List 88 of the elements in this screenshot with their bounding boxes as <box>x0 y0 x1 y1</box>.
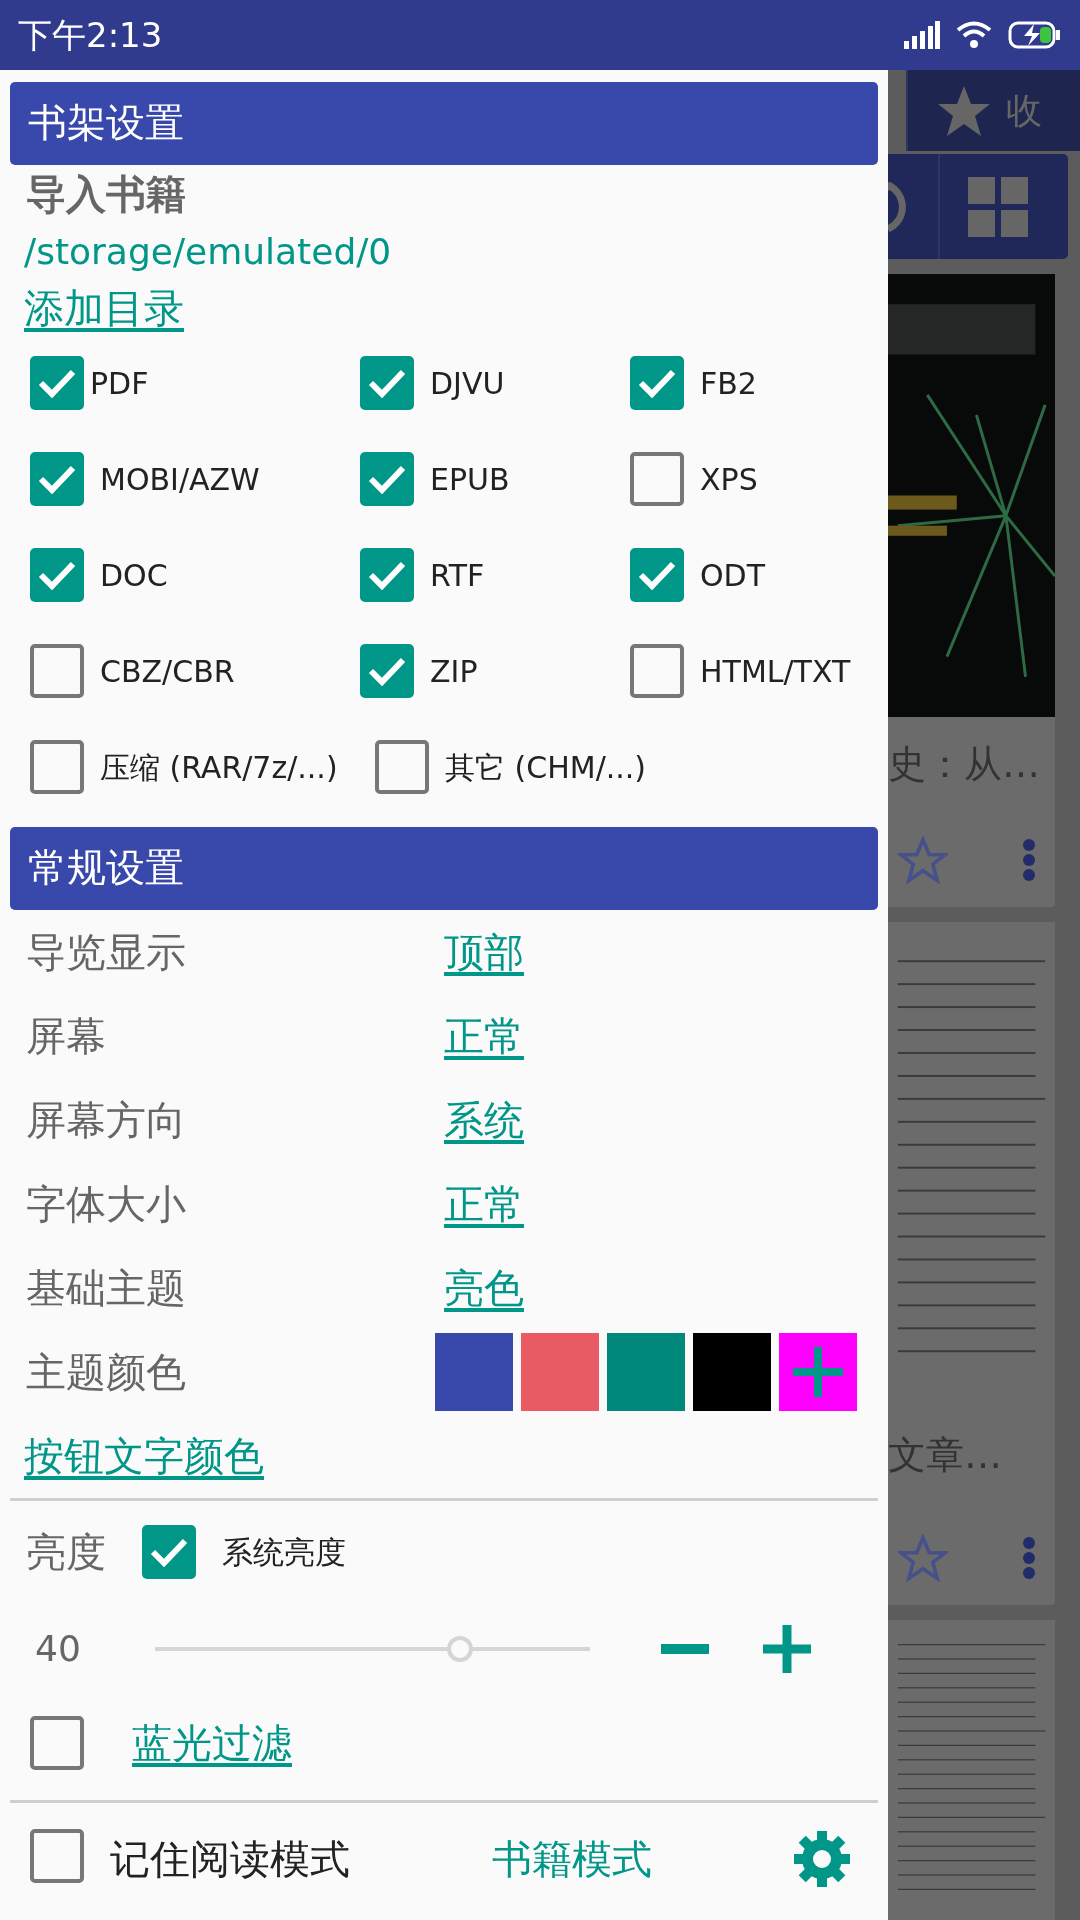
setting-label: 基础主题 <box>26 1265 186 1312</box>
reading-mode-value[interactable]: 书籍模式 <box>492 1829 792 1890</box>
book-title: 文章… <box>888 1431 1002 1479</box>
checkbox[interactable] <box>375 740 429 795</box>
checkbox[interactable] <box>30 644 84 699</box>
check-icon <box>638 368 676 399</box>
slider-thumb[interactable] <box>446 1636 473 1663</box>
section-header: 常规设置 <box>10 827 878 911</box>
checkbox[interactable] <box>630 644 684 699</box>
battery-icon <box>1008 21 1062 49</box>
add-color-button[interactable] <box>779 1333 857 1412</box>
check-icon <box>38 368 76 399</box>
checkbox[interactable] <box>30 1715 84 1770</box>
settings-icon[interactable] <box>792 1829 852 1890</box>
setting-value-link[interactable]: 系统 <box>444 1090 524 1151</box>
check-icon <box>638 560 676 591</box>
color-swatch[interactable] <box>693 1333 771 1412</box>
light-filter-link[interactable]: 蓝光过滤 <box>132 1712 292 1773</box>
section-label: 导入书籍 <box>26 170 186 220</box>
check-icon <box>368 464 406 495</box>
tab-label[interactable]: 收 <box>1006 83 1042 138</box>
setting-label: 字体大小 <box>26 1181 186 1228</box>
format-label: ODT <box>700 556 766 595</box>
checkbox[interactable] <box>630 548 684 603</box>
format-label: ZIP <box>430 652 478 691</box>
check-icon <box>38 464 76 495</box>
more-icon[interactable] <box>1023 838 1035 881</box>
check-icon <box>150 1537 188 1568</box>
color-swatch[interactable] <box>521 1333 599 1412</box>
setting-value-link[interactable]: 亮色 <box>444 1258 524 1319</box>
checkbox[interactable] <box>30 1829 84 1884</box>
setting-label: 主题颜色 <box>26 1349 186 1396</box>
star-outline-icon[interactable] <box>898 1533 948 1582</box>
check-icon <box>368 656 406 687</box>
checkbox[interactable] <box>30 740 84 795</box>
signal-icon <box>904 21 940 49</box>
remember-mode-label: 记住阅读模式 <box>110 1835 351 1885</box>
section-header: 书架设置 <box>10 82 878 166</box>
setting-label: 屏幕 <box>26 1013 106 1060</box>
plus-icon <box>791 1345 845 1400</box>
format-label: PDF <box>90 364 149 403</box>
button-text-color-link[interactable]: 按钮文字颜色 <box>24 1426 264 1487</box>
format-label: FB2 <box>700 364 757 403</box>
format-label: DJVU <box>430 364 505 403</box>
clock-time: 下午2:13 <box>18 13 163 57</box>
color-swatch[interactable] <box>435 1333 513 1412</box>
checkbox[interactable] <box>360 356 414 411</box>
setting-label: 屏幕方向 <box>26 1097 186 1144</box>
checkbox[interactable] <box>30 356 84 411</box>
checkbox[interactable] <box>630 452 684 507</box>
check-icon <box>38 560 76 591</box>
checkbox[interactable] <box>30 452 84 507</box>
format-label: XPS <box>700 460 758 499</box>
setting-value-link[interactable]: 正常 <box>444 1174 524 1235</box>
folder-path[interactable]: /storage/emulated/0 <box>24 225 392 280</box>
checkbox[interactable] <box>360 452 414 507</box>
format-label: EPUB <box>430 460 510 499</box>
system-brightness-label: 系统亮度 <box>222 1532 346 1572</box>
format-label: MOBI/AZW <box>100 460 260 499</box>
format-label: 压缩 (RAR/7z/...) <box>100 748 338 787</box>
color-swatch[interactable] <box>607 1333 685 1412</box>
more-icon[interactable] <box>1023 1536 1035 1579</box>
book-card[interactable]: 史：从… <box>888 274 1055 907</box>
book-title: 史：从… <box>888 741 1040 788</box>
check-icon <box>368 560 406 591</box>
format-label: DOC <box>100 556 168 595</box>
format-label: CBZ/CBR <box>100 652 235 691</box>
check-icon <box>368 368 406 399</box>
plus-icon <box>763 1625 811 1674</box>
checkbox[interactable] <box>142 1525 196 1580</box>
add-folder-link[interactable]: 添加目录 <box>24 278 184 339</box>
wifi-icon <box>956 21 992 49</box>
format-label: RTF <box>430 556 485 595</box>
book-card[interactable]: 文章… <box>888 922 1055 1605</box>
setting-value-link[interactable]: 顶部 <box>444 922 524 983</box>
brightness-value: 40 <box>35 1627 82 1672</box>
checkbox[interactable] <box>360 548 414 603</box>
checkbox[interactable] <box>360 644 414 699</box>
format-label: 其它 (CHM/...) <box>445 748 647 787</box>
grid-icon[interactable] <box>968 176 1028 237</box>
brightness-label: 亮度 <box>26 1528 106 1578</box>
setting-value-link[interactable]: 正常 <box>444 1006 524 1067</box>
minus-icon <box>661 1644 709 1655</box>
setting-label: 导览显示 <box>26 929 186 976</box>
checkbox[interactable] <box>630 356 684 411</box>
star-outline-icon[interactable] <box>898 835 948 884</box>
checkbox[interactable] <box>30 548 84 603</box>
format-label: HTML/TXT <box>700 652 851 691</box>
